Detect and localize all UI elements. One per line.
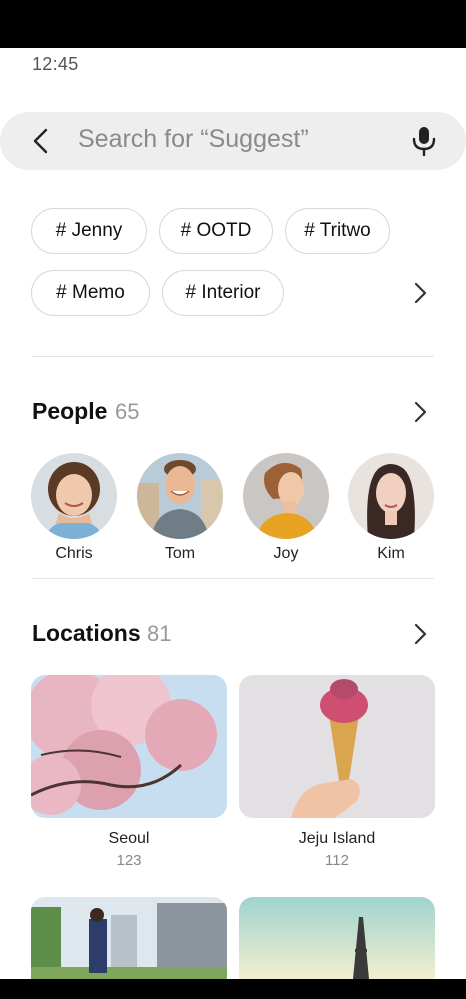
location-card[interactable]: [239, 897, 435, 979]
tag-chip-interior[interactable]: # Interior: [162, 270, 284, 316]
people-count: 65: [115, 399, 140, 424]
locations-count: 81: [147, 621, 172, 646]
tags-more-chevron-right-icon[interactable]: [410, 281, 430, 305]
location-name: Jeju Island: [298, 830, 376, 847]
tag-chip-ootd[interactable]: # OOTD: [159, 208, 273, 254]
divider: [32, 356, 434, 357]
avatar: [243, 453, 329, 539]
navigation-bar: [0, 979, 466, 999]
people-more-chevron-right-icon[interactable]: [410, 400, 430, 424]
location-card[interactable]: Seoul 123: [31, 675, 227, 869]
people-title: People: [32, 398, 108, 424]
search-input[interactable]: Search for “Suggest”: [78, 125, 309, 154]
avatar: [31, 453, 117, 539]
locations-more-chevron-right-icon[interactable]: [410, 622, 430, 646]
location-photo: [31, 675, 227, 818]
status-time: 12:45: [32, 54, 79, 74]
location-card[interactable]: [31, 897, 227, 979]
tag-chip-tritwo[interactable]: # Tritwo: [285, 208, 390, 254]
location-name: Seoul: [108, 830, 150, 847]
locations-title: Locations: [32, 620, 141, 646]
person-item[interactable]: Tom: [137, 453, 223, 563]
location-count: 123: [116, 852, 142, 869]
avatar: [137, 453, 223, 539]
microphone-icon[interactable]: [410, 126, 438, 156]
location-photo: [239, 897, 435, 979]
location-photo: [239, 675, 435, 818]
tag-chip-jenny[interactable]: # Jenny: [31, 208, 147, 254]
back-arrow-icon[interactable]: [28, 127, 56, 155]
search-bar[interactable]: Search for “Suggest”: [0, 112, 466, 170]
avatar: [348, 453, 434, 539]
location-card[interactable]: Jeju Island 112: [239, 675, 435, 869]
person-name: Joy: [273, 545, 299, 562]
person-item[interactable]: Kim: [348, 453, 434, 563]
person-item[interactable]: Chris: [31, 453, 117, 563]
tag-chip-memo[interactable]: # Memo: [31, 270, 150, 316]
status-bar: [0, 0, 466, 48]
person-item[interactable]: Joy: [243, 453, 329, 563]
location-count: 112: [325, 852, 349, 869]
person-name: Kim: [377, 545, 405, 562]
location-photo: [31, 897, 227, 979]
divider: [32, 578, 434, 579]
person-name: Tom: [164, 545, 196, 562]
person-name: Chris: [55, 545, 93, 562]
